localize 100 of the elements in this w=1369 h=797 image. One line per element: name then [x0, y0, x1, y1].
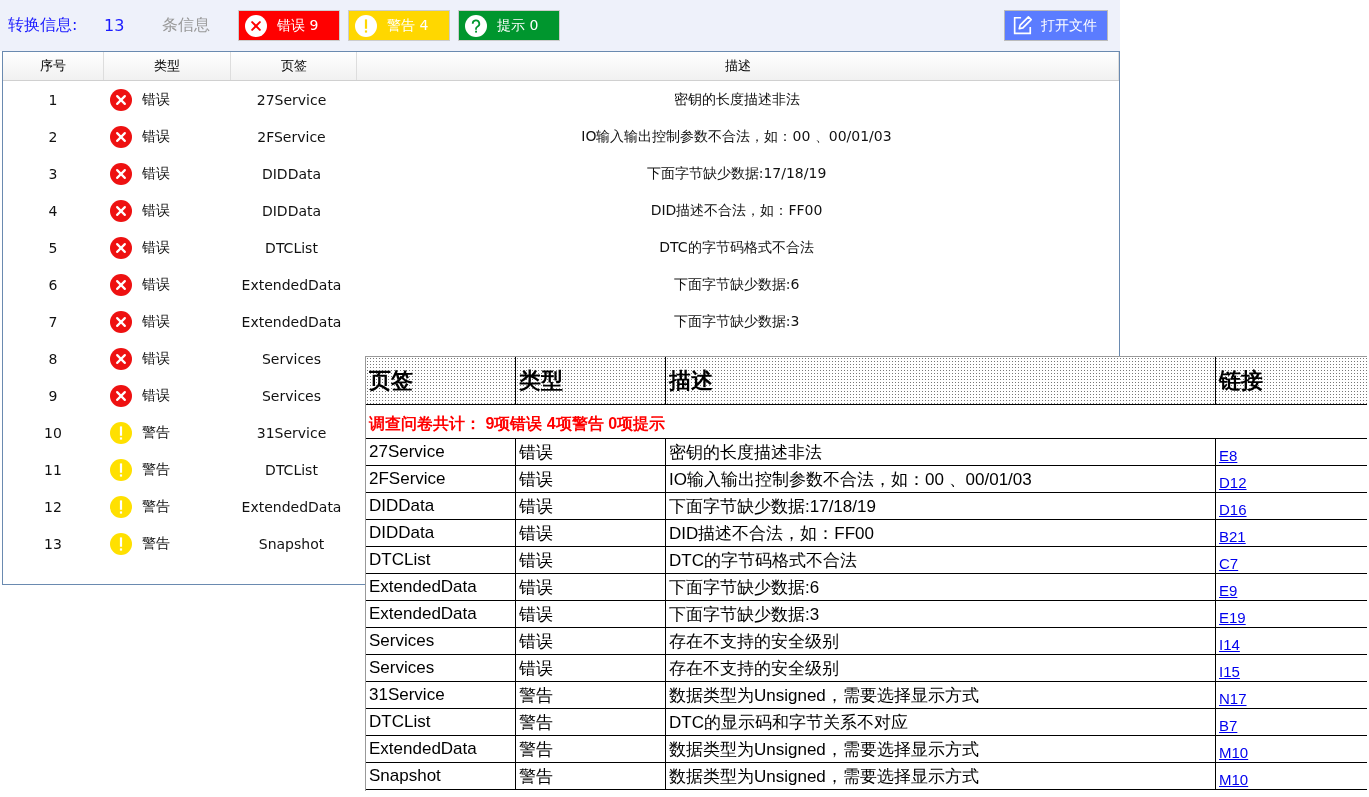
error-icon — [110, 199, 132, 222]
sheet-cell: 错误 — [516, 574, 666, 600]
cell-link[interactable]: E19 — [1219, 609, 1246, 626]
type-text: 错误 — [142, 164, 170, 183]
sheet-cell: 数据类型为Unsigned，需要选择显示方式 — [666, 682, 1216, 708]
exclamation-icon — [355, 14, 377, 37]
row-number: 3 — [47, 164, 59, 184]
tab-cell-text: Services — [260, 386, 322, 406]
sheet-cell: 错误 — [516, 520, 666, 546]
type-text: 错误 — [142, 349, 170, 368]
sheet-cell: Services — [366, 655, 516, 681]
sheet-cell: 错误 — [516, 601, 666, 627]
cell-link[interactable]: I15 — [1219, 663, 1240, 680]
type-text: 警告 — [142, 497, 170, 516]
tab-cell-text: 31Service — [255, 423, 328, 443]
sheet-header-cell-text: 链接 — [1217, 366, 1264, 395]
warning-icon — [110, 532, 132, 555]
sheet-cell: 27Service — [366, 439, 516, 465]
sheet-cell: Services — [366, 628, 516, 654]
summary-text: 调查问卷共计： 9项错误 4项警告 0项提示 — [369, 414, 666, 434]
description-cell: 下面字节缺少数据:3 — [673, 312, 800, 331]
cell-link[interactable]: C7 — [1219, 555, 1239, 572]
error-filter-button[interactable]: 错误 9 — [238, 10, 340, 41]
row-number: 2 — [47, 127, 59, 147]
tab-cell-text: 2FService — [256, 127, 327, 147]
sheet-cell: ExtendedData — [366, 601, 516, 627]
row-number: 13 — [43, 534, 63, 554]
tab-cell-text: ExtendedData — [240, 312, 343, 332]
sheet-cell: 错误 — [516, 466, 666, 492]
warning-icon — [110, 421, 132, 444]
tab-cell-text: DIDData — [260, 164, 323, 184]
error-icon — [110, 162, 132, 185]
row-number: 6 — [47, 275, 59, 295]
cell-link[interactable]: M10 — [1219, 744, 1249, 761]
sheet-cell: Snapshot — [366, 763, 516, 789]
sheet-cell: 警告 — [516, 682, 666, 708]
sheet-cell: 2FService — [366, 466, 516, 492]
error-icon — [110, 236, 132, 259]
error-icon — [110, 88, 132, 111]
row-number: 11 — [43, 460, 63, 480]
type-text: 警告 — [142, 534, 170, 553]
type-text: 错误 — [142, 90, 170, 109]
column-header[interactable]: 页签 — [231, 52, 357, 80]
type-text: 错误 — [142, 386, 170, 405]
sheet-cell: 存在不支持的安全级别 — [666, 628, 1216, 654]
description-cell: DID描述不合法，如：FF00 — [650, 201, 823, 220]
sheet-header-cell: 描述 — [666, 357, 1216, 404]
description-cell: 下面字节缺少数据:6 — [673, 275, 800, 294]
type-text: 错误 — [142, 312, 170, 331]
sheet-cell: DTCList — [366, 709, 516, 735]
sheet-cell: 警告 — [516, 709, 666, 735]
cell-link[interactable]: M10 — [1219, 771, 1249, 788]
column-header[interactable]: 类型 — [104, 52, 231, 80]
sheet-header-cell: 类型 — [516, 357, 666, 404]
sheet-cell: DIDData — [366, 520, 516, 546]
cell-link[interactable]: D12 — [1219, 474, 1247, 491]
info-filter-button[interactable]: 提示 0 — [458, 10, 560, 41]
description-cell: 下面字节缺少数据:17/18/19 — [646, 164, 827, 183]
info-unit: 条信息 — [162, 15, 211, 36]
description-cell: 密钥的长度描述非法 — [673, 90, 800, 109]
info-label: 转换信息: — [8, 15, 79, 36]
cell-link[interactable]: E8 — [1219, 447, 1238, 464]
tab-cell-text: DIDData — [260, 201, 323, 221]
tab-cell-text: DTCList — [264, 238, 319, 258]
tab-cell-text: DTCList — [264, 460, 319, 480]
sheet-cell: DTC的字节码格式不合法 — [666, 547, 1216, 573]
column-header[interactable]: 描述 — [357, 52, 1119, 80]
sheet-cell: 错误 — [516, 439, 666, 465]
cell-link[interactable]: I14 — [1219, 636, 1240, 653]
type-text: 错误 — [142, 275, 170, 294]
sheet-cell: 警告 — [516, 736, 666, 762]
cell-link[interactable]: D16 — [1219, 501, 1247, 518]
row-number: 7 — [47, 312, 59, 332]
sheet-cell: 错误 — [516, 655, 666, 681]
sheet-cell: 数据类型为Unsigned，需要选择显示方式 — [666, 736, 1216, 762]
sheet-cell: 下面字节缺少数据:17/18/19 — [666, 493, 1216, 519]
tab-cell-text: ExtendedData — [240, 275, 343, 295]
sheet-cell: 下面字节缺少数据:6 — [666, 574, 1216, 600]
error-icon — [110, 310, 132, 333]
cell-link[interactable]: N17 — [1219, 690, 1247, 707]
row-number: 4 — [47, 201, 59, 221]
sheet-cell: 警告 — [516, 763, 666, 789]
description-cell: IO输入输出控制参数不合法，如：00 、00/01/03 — [581, 127, 892, 146]
row-number: 8 — [47, 349, 59, 369]
tab-cell-text: Snapshot — [257, 534, 326, 554]
type-text: 错误 — [142, 201, 170, 220]
cell-link[interactable]: E9 — [1219, 582, 1238, 599]
open-file-button[interactable]: 打开文件 — [1004, 10, 1108, 41]
row-number: 5 — [47, 238, 59, 258]
sheet-cell: 下面字节缺少数据:3 — [666, 601, 1216, 627]
question-icon — [465, 14, 487, 37]
cell-link[interactable]: B21 — [1219, 528, 1246, 545]
row-number: 10 — [43, 423, 63, 443]
type-text: 警告 — [142, 460, 170, 479]
row-number: 9 — [47, 386, 59, 406]
error-icon — [110, 125, 132, 148]
sheet-cell: 密钥的长度描述非法 — [666, 439, 1216, 465]
description-cell: DTC的字节码格式不合法 — [659, 238, 814, 257]
cell-link[interactable]: B7 — [1219, 717, 1238, 734]
column-header[interactable]: 序号 — [3, 52, 104, 80]
